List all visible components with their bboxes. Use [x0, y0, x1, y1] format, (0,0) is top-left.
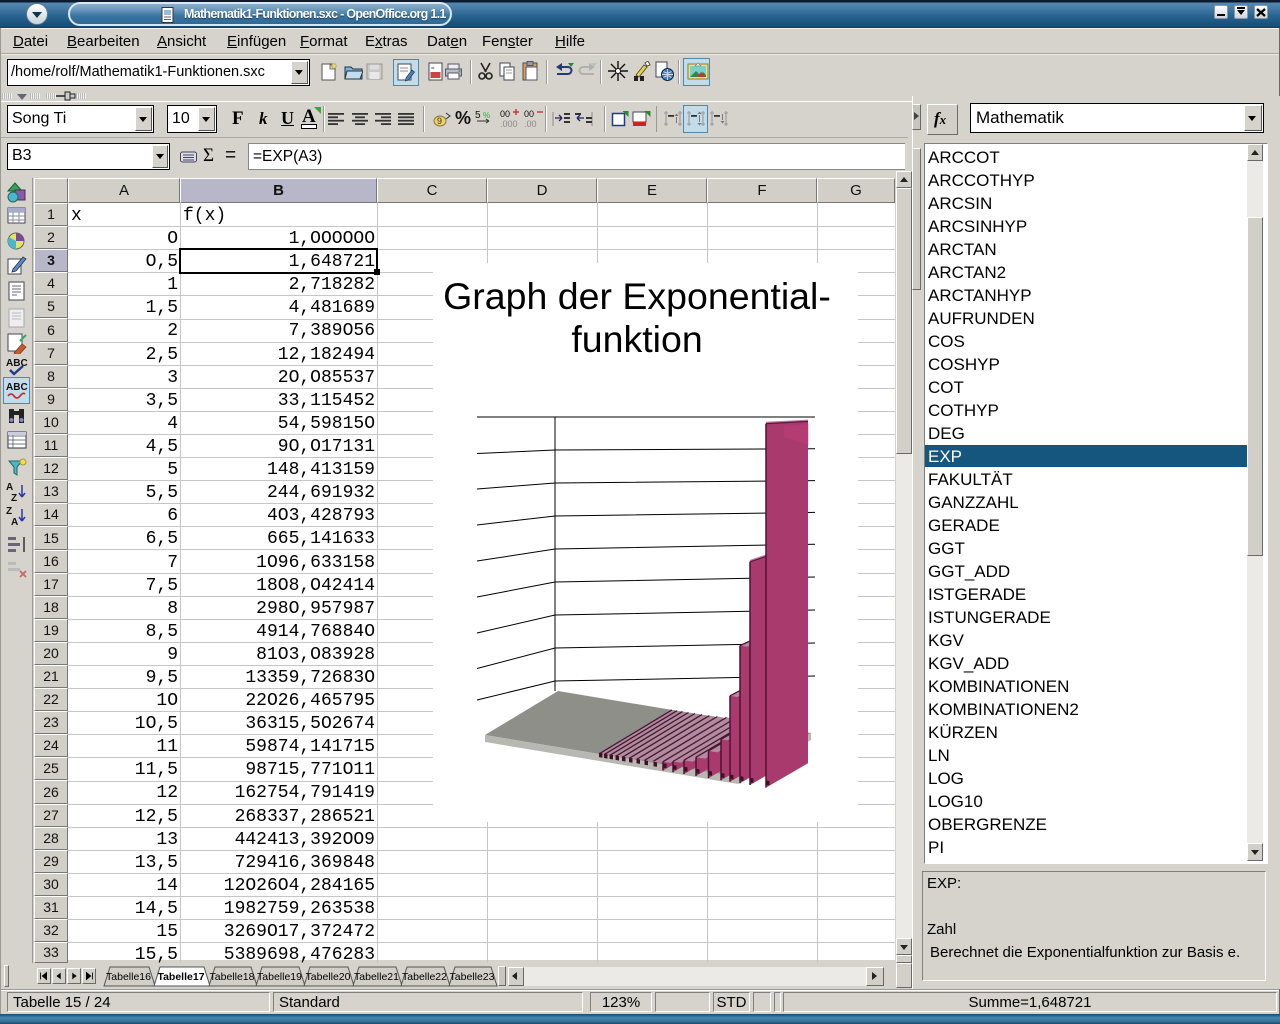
svg-text:Tabelle19: Tabelle19	[257, 971, 302, 983]
svg-text:.000: .000	[500, 119, 518, 128]
svg-text:ABC: ABC	[6, 358, 28, 369]
svg-text:Tabelle18: Tabelle18	[210, 971, 255, 983]
svg-text:%: %	[483, 111, 490, 120]
svg-text:funktion: funktion	[571, 318, 702, 360]
svg-text:Tabelle23: Tabelle23	[450, 971, 495, 983]
svg-text:Tabelle22: Tabelle22	[402, 971, 447, 983]
svg-text:Tabelle20: Tabelle20	[306, 971, 351, 983]
svg-text:Tabelle17: Tabelle17	[157, 971, 204, 983]
svg-text:5: 5	[475, 110, 481, 121]
svg-text:00: 00	[500, 109, 510, 119]
svg-text:.00: .00	[524, 119, 537, 128]
svg-text:Z: Z	[11, 493, 17, 503]
svg-text:A: A	[11, 517, 18, 527]
svg-text:Tabelle21: Tabelle21	[354, 971, 399, 983]
svg-text:Z: Z	[6, 506, 12, 517]
svg-text:=: =	[431, 66, 435, 72]
svg-text:9: 9	[437, 116, 442, 126]
svg-text:Tabelle16: Tabelle16	[106, 971, 151, 983]
svg-text:ABC: ABC	[6, 382, 28, 393]
svg-text:Graph der Exponential-: Graph der Exponential-	[443, 275, 831, 317]
svg-text:00: 00	[524, 109, 534, 119]
svg-text:A: A	[6, 482, 13, 493]
